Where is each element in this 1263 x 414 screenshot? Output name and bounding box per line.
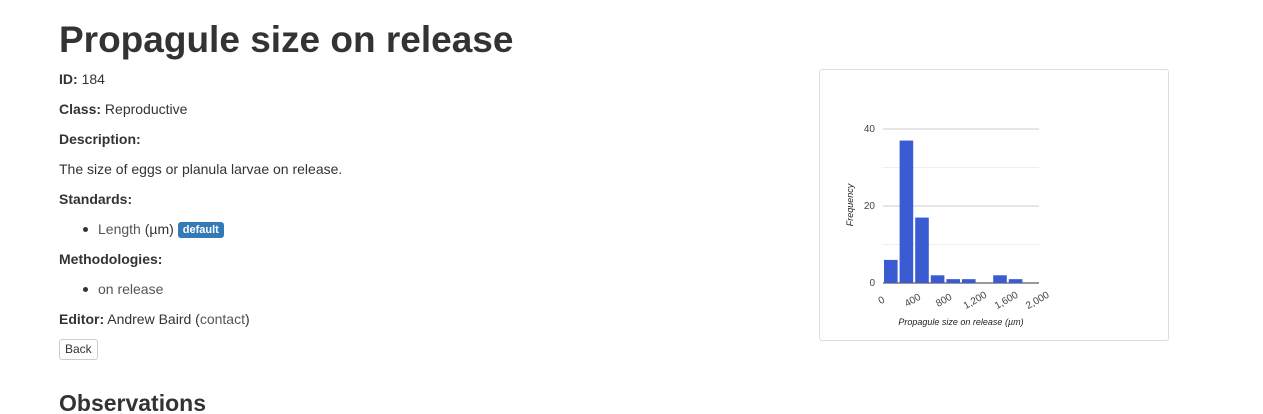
bullet-icon xyxy=(83,226,88,232)
trait-page: Propagule size on release ID: 184 Class:… xyxy=(0,0,1263,414)
chart-x-tick-label: 0 xyxy=(877,294,888,307)
chart-y-tick-label: 20 xyxy=(864,201,876,212)
histogram-bar xyxy=(930,275,945,283)
histogram-chart: 0 20 40 0 400 800 1,200 1,600 2,000 Frequency P… xyxy=(845,124,1052,327)
standards-label-row: Standards: xyxy=(59,189,132,209)
methodology-item: on release xyxy=(83,279,163,299)
chart-x-axis-label: Propagule size on release (µm) xyxy=(898,317,1023,327)
histogram-panel: 0 20 40 0 400 800 1,200 1,600 2,000 Frequency P… xyxy=(819,69,1169,341)
standard-unit: (µm) xyxy=(144,221,174,237)
class-value: Reproductive xyxy=(104,101,188,117)
histogram-bar xyxy=(884,259,898,283)
histogram-bar xyxy=(915,217,929,283)
editor-field: Editor: Andrew Baird (contact) xyxy=(59,311,250,327)
chart-x-tick-label: 800 xyxy=(934,292,954,310)
standards-label: Standards: xyxy=(59,191,133,207)
methodologies-label: Methodologies: xyxy=(59,251,163,267)
bullet-icon xyxy=(83,286,88,292)
editor-label: Editor: xyxy=(59,311,105,327)
chart-x-tick-label: 1,200 xyxy=(962,290,990,312)
histogram-bar xyxy=(946,279,960,283)
methodology-link[interactable]: on release xyxy=(98,281,163,297)
class-field: Class: Reproductive xyxy=(59,99,187,119)
id-field: ID: 184 xyxy=(59,69,105,89)
class-label: Class: xyxy=(59,101,102,117)
chart-x-tick-label: 400 xyxy=(903,292,923,310)
editor-name: Andrew Baird xyxy=(107,311,192,327)
standard-link[interactable]: Length xyxy=(98,221,141,237)
back-button[interactable]: Back xyxy=(59,339,98,360)
description-label: Description: xyxy=(59,131,141,147)
page-title: Propagule size on release xyxy=(59,19,514,60)
observations-heading: Observations xyxy=(59,390,206,414)
chart-y-tick-label: 40 xyxy=(864,124,876,135)
histogram-bar xyxy=(962,279,976,283)
standard-item: Length (µm) default xyxy=(83,219,224,239)
chart-y-axis-label: Frequency xyxy=(845,183,855,226)
chart-y-tick-label: 0 xyxy=(869,278,875,289)
chart-x-ticks: 0 400 800 1,200 1,600 2,000 xyxy=(877,290,1052,312)
chart-y-ticks: 0 20 40 xyxy=(864,124,876,289)
description-label-row: Description: xyxy=(59,129,141,149)
chart-bars xyxy=(884,140,1023,283)
histogram-bar xyxy=(1008,279,1023,283)
id-label: ID: xyxy=(59,71,78,87)
description-text: The size of eggs or planula larvae on re… xyxy=(59,161,343,177)
histogram-bar xyxy=(993,275,1007,283)
histogram-bar xyxy=(899,140,914,283)
methodologies-label-row: Methodologies: xyxy=(59,249,162,269)
id-value: 184 xyxy=(81,71,105,87)
default-badge: default xyxy=(177,222,224,238)
chart-x-tick-label: 1,600 xyxy=(993,290,1021,312)
editor-contact-link[interactable]: contact xyxy=(200,311,245,327)
chart-x-tick-label: 2,000 xyxy=(1024,290,1052,312)
